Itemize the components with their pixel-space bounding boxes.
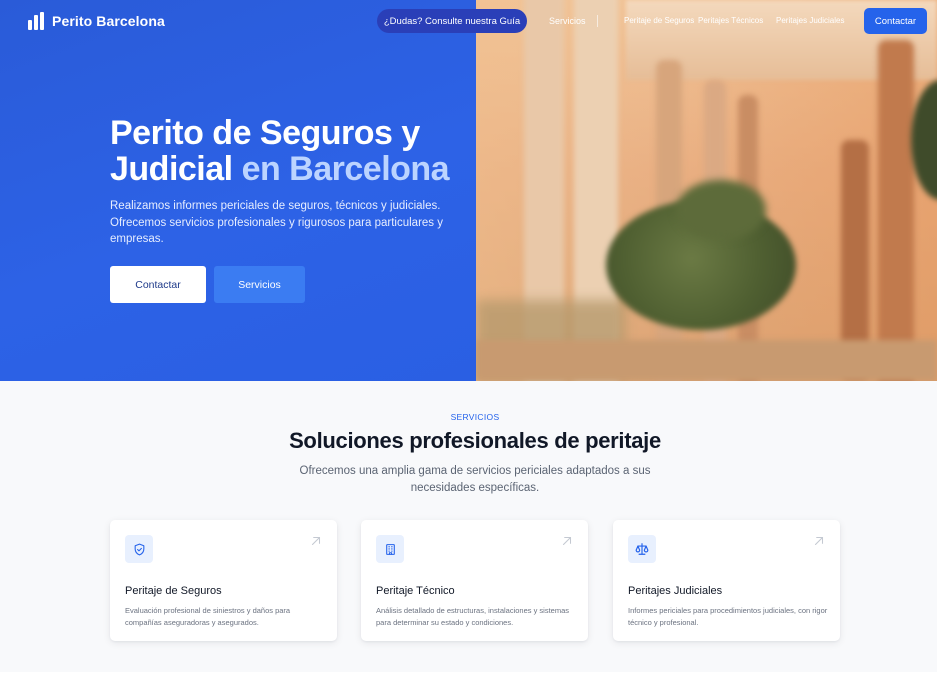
- hero-title: Perito de Seguros y Judicial en Barcelon…: [110, 115, 490, 187]
- arrow-up-right-icon: [812, 534, 826, 553]
- scale-icon: [628, 535, 656, 563]
- hero-contact-button[interactable]: Contactar: [110, 266, 206, 303]
- card-description: Informes periciales para procedimientos …: [628, 606, 828, 627]
- hero-blue-panel: [0, 0, 476, 381]
- nav-divider: [597, 15, 598, 27]
- hero-image: [476, 0, 937, 381]
- hero-title-line1: Perito de Seguros y: [110, 114, 420, 152]
- arrow-up-right-icon: [309, 534, 323, 553]
- bar-chart-logo-icon: [28, 12, 44, 30]
- nav-link-peritaje-seguros[interactable]: Peritaje de Seguros: [624, 16, 694, 25]
- hero-section: Perito de Seguros y Judicial en Barcelon…: [0, 0, 937, 381]
- brand-logo[interactable]: Perito Barcelona: [28, 12, 165, 30]
- services-eyebrow: SERVICIOS: [450, 412, 500, 422]
- nav-contact-button[interactable]: Contactar: [864, 8, 927, 34]
- hero-title-line2: Judicial: [110, 150, 242, 188]
- services-subtitle: Ofrecemos una amplia gama de servicios p…: [299, 465, 651, 494]
- hero-description: Realizamos informes periciales de seguro…: [110, 200, 443, 245]
- hero-services-button[interactable]: Servicios: [214, 266, 305, 303]
- card-title: Peritaje Técnico: [376, 585, 455, 597]
- card-title: Peritaje de Seguros: [125, 585, 222, 597]
- service-card-judiciales[interactable]: Peritajes Judiciales Informes periciales…: [613, 520, 840, 641]
- shield-icon: [125, 535, 153, 563]
- nav-link-peritajes-judiciales[interactable]: Peritajes Judiciales: [776, 16, 844, 25]
- page-bottom-strip: [0, 672, 937, 689]
- card-description: Análisis detallado de estructuras, insta…: [376, 606, 570, 627]
- arrow-up-right-icon: [560, 534, 574, 553]
- card-description: Evaluación profesional de siniestros y d…: [125, 606, 291, 627]
- card-title: Peritajes Judiciales: [628, 585, 723, 597]
- services-title: Soluciones profesionales de peritaje: [289, 428, 661, 453]
- nav-link-peritajes-tecnicos[interactable]: Peritajes Técnicos: [698, 16, 763, 25]
- service-card-seguros[interactable]: Peritaje de Seguros Evaluación profesion…: [110, 520, 337, 641]
- building-icon: [376, 535, 404, 563]
- nav-link-servicios[interactable]: Servicios: [549, 16, 586, 26]
- service-card-tecnico[interactable]: Peritaje Técnico Análisis detallado de e…: [361, 520, 588, 641]
- brand-name: Perito Barcelona: [52, 13, 165, 29]
- guide-button[interactable]: ¿Dudas? Consulte nuestra Guía: [377, 9, 527, 33]
- top-navigation: Perito Barcelona ¿Dudas? Consulte nuestr…: [0, 0, 937, 44]
- hero-title-accent: en Barcelona: [241, 150, 450, 188]
